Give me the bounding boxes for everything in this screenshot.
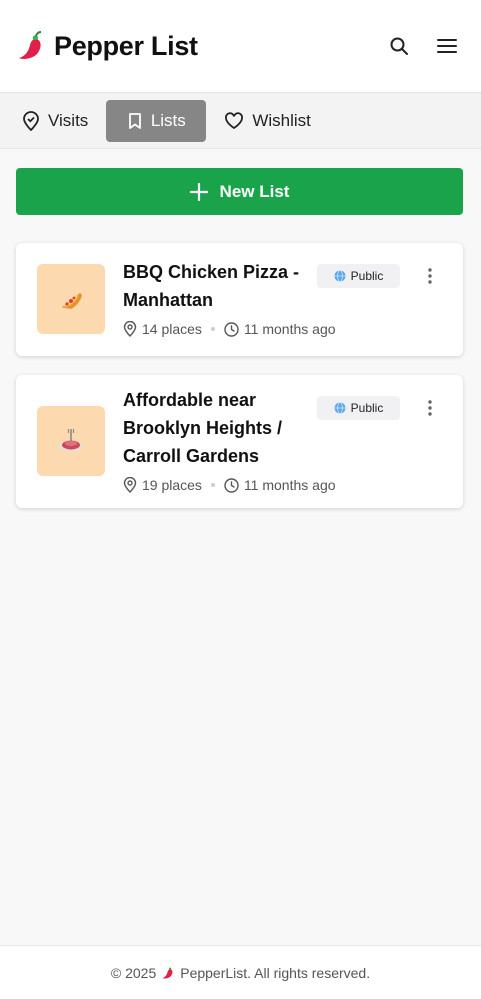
visibility-badge: Public bbox=[317, 396, 400, 420]
clock-icon bbox=[224, 321, 239, 337]
pepper-logo-icon bbox=[19, 31, 42, 59]
spaghetti-icon bbox=[58, 429, 84, 452]
updated-time: 11 months ago bbox=[243, 321, 336, 337]
tab-lists[interactable]: Lists bbox=[106, 99, 207, 142]
updated-time: 11 months ago bbox=[243, 477, 336, 493]
pepper-logo-icon bbox=[162, 967, 173, 979]
plus-icon bbox=[189, 182, 208, 201]
places-count: 14 places bbox=[142, 321, 202, 337]
search-icon bbox=[390, 37, 408, 55]
hamburger-menu-icon bbox=[437, 39, 457, 53]
location-check-icon bbox=[23, 110, 39, 131]
list-thumbnail bbox=[37, 406, 105, 476]
clock-icon bbox=[224, 477, 239, 493]
visibility-label: Public bbox=[350, 269, 384, 283]
list-thumbnail bbox=[37, 264, 105, 334]
heart-icon bbox=[225, 111, 244, 129]
list-title[interactable]: BBQ Chicken Pizza - Manhattan bbox=[123, 258, 318, 314]
copyright-text: © 2025 bbox=[110, 964, 157, 981]
list-card[interactable]: Affordable near Brooklyn Heights / Carro… bbox=[16, 375, 463, 508]
more-vertical-icon bbox=[428, 400, 432, 416]
app-title: Pepper List bbox=[54, 30, 198, 61]
more-options-button[interactable] bbox=[420, 396, 440, 420]
tab-visits[interactable]: Visits bbox=[12, 100, 98, 142]
globe-icon bbox=[334, 270, 346, 282]
bookmark-icon bbox=[128, 112, 141, 129]
pizza-icon bbox=[62, 293, 82, 309]
list-meta: 19 places 11 months ago bbox=[123, 477, 336, 493]
new-list-button[interactable]: New List bbox=[16, 168, 463, 215]
tab-bar: Visits Lists Wishlist bbox=[0, 93, 481, 149]
page-footer: © 2025 PepperList. All rights reserved. bbox=[0, 945, 481, 999]
tab-wishlist-label: Wishlist bbox=[252, 110, 311, 130]
footer-brand: PepperList. All rights reserved. bbox=[180, 964, 371, 981]
search-button[interactable] bbox=[381, 28, 417, 64]
visibility-badge: Public bbox=[317, 264, 400, 288]
menu-button[interactable] bbox=[429, 28, 465, 64]
app-header: Pepper List bbox=[0, 0, 481, 93]
list-card[interactable]: BBQ Chicken Pizza - Manhattan Public 14 … bbox=[16, 243, 463, 356]
tab-lists-label: Lists bbox=[150, 110, 186, 130]
globe-icon bbox=[334, 402, 346, 414]
map-pin-icon bbox=[123, 477, 137, 493]
more-vertical-icon bbox=[428, 268, 432, 284]
tab-visits-label: Visits bbox=[48, 110, 89, 130]
list-meta: 14 places 11 months ago bbox=[123, 321, 336, 337]
separator-dot bbox=[210, 327, 215, 331]
tab-wishlist[interactable]: Wishlist bbox=[214, 100, 321, 142]
separator-dot bbox=[210, 483, 215, 487]
more-options-button[interactable] bbox=[420, 264, 440, 288]
list-title[interactable]: Affordable near Brooklyn Heights / Carro… bbox=[123, 386, 313, 470]
new-list-label: New List bbox=[219, 181, 290, 201]
map-pin-icon bbox=[123, 321, 137, 337]
places-count: 19 places bbox=[142, 477, 202, 493]
visibility-label: Public bbox=[350, 401, 384, 415]
